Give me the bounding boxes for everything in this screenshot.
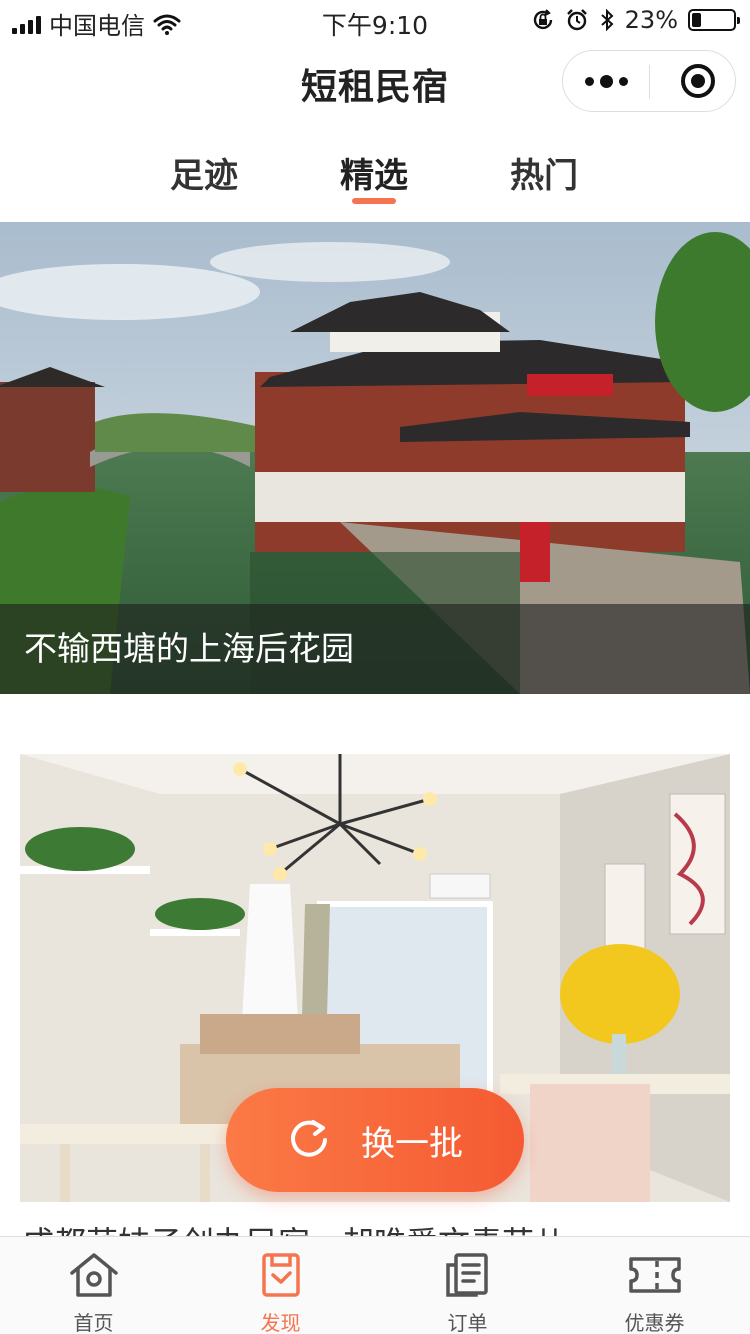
alarm-icon [566, 9, 587, 31]
more-button[interactable] [563, 51, 649, 111]
more-dot-icon [584, 76, 594, 86]
discover-icon [262, 1253, 300, 1297]
tab-bar-coupons[interactable]: 优惠券 [561, 1237, 748, 1334]
tab-bar-home[interactable]: 首页 [0, 1237, 187, 1334]
status-bar: 中国电信 下午9:10 23% [0, 0, 750, 40]
battery-percent: 23% [624, 6, 678, 34]
close-miniprogram-button[interactable] [681, 64, 715, 98]
battery-fill [692, 13, 702, 27]
tab-bar-coupons-label: 优惠券 [624, 1311, 685, 1334]
title-bar: 短租民宿 [0, 40, 750, 130]
capsule-divider [649, 65, 650, 99]
tab-bar-home-label: 首页 [73, 1311, 114, 1334]
card-caption: 不输西塘的上海后花园 [24, 629, 354, 668]
rotation-lock-icon [533, 9, 552, 30]
refresh-batch-button[interactable]: 换一批 [226, 1088, 524, 1192]
refresh-batch-label: 换一批 [361, 1123, 463, 1164]
page: 中国电信 下午9:10 23% 短租民宿 足迹 精选 热门 不输西塘的上海后花园… [0, 0, 750, 1334]
orders-icon [446, 1253, 488, 1297]
coupon-icon [629, 1257, 681, 1293]
tab-bar-orders-label: 订单 [447, 1311, 488, 1334]
tab-footprints[interactable]: 足迹 [170, 148, 238, 197]
featured-card[interactable]: 不输西塘的上海后花园 [0, 222, 750, 694]
tab-popular[interactable]: 热门 [510, 148, 578, 197]
tab-bar-discover[interactable]: 发现 [187, 1237, 374, 1334]
home-icon [70, 1253, 118, 1297]
active-tab-indicator [352, 198, 396, 204]
tab-bar-discover-label: 发现 [260, 1311, 301, 1334]
bluetooth-icon [600, 8, 614, 32]
miniprogram-capsule [562, 50, 736, 112]
category-tabs: 足迹 精选 热门 [0, 140, 750, 210]
bottom-tab-bar: 首页 发现 订单 优惠券 [0, 1236, 750, 1334]
more-dot-icon [599, 74, 613, 88]
refresh-icon [291, 1120, 327, 1157]
tab-bar-orders[interactable]: 订单 [374, 1237, 561, 1334]
battery-icon [688, 9, 740, 31]
status-right: 23% [531, 6, 740, 34]
more-dot-icon [618, 76, 628, 86]
tab-featured[interactable]: 精选 [340, 148, 408, 197]
